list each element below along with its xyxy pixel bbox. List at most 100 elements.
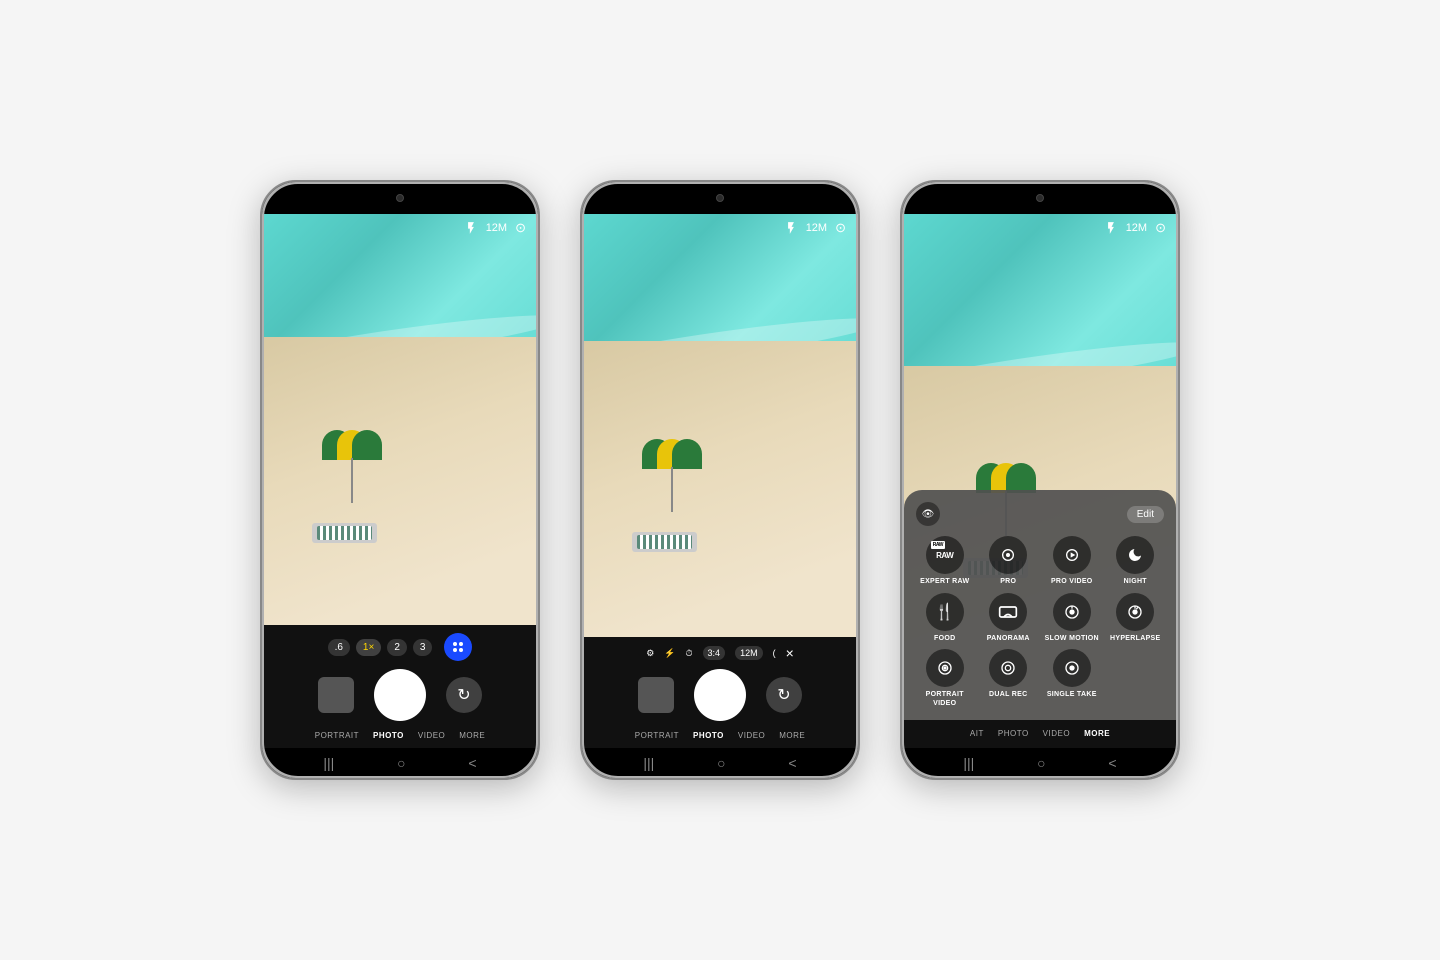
back-icon-3[interactable]: < <box>1108 755 1116 771</box>
menu-item-portrait-video[interactable]: PORTRAIT VIDEO <box>916 649 974 708</box>
more-modes-button[interactable] <box>444 633 472 661</box>
photo-mode-3[interactable]: PHOTO <box>998 729 1029 738</box>
menu-item-hyperlapse[interactable]: HYPERLAPSE <box>1107 593 1165 643</box>
beach-scene-2 <box>582 214 858 637</box>
menu-item-expert-raw[interactable]: RAW RAW EXPERT RAW <box>916 536 974 586</box>
gear-icon-2[interactable]: ⚙ <box>646 648 654 659</box>
viewfinder-2: 12M ⊙ <box>582 214 858 637</box>
volume-up-button-3 <box>900 302 901 332</box>
phone-1: 12M ⊙ .6 1× 2 3 ↻ PORTRAIT PHOTO VIDE <box>260 180 540 780</box>
video-mode-2[interactable]: VIDEO <box>738 731 765 740</box>
zoom-1x[interactable]: 1× <box>356 639 381 656</box>
settings-icon-2[interactable]: ⊙ <box>835 220 846 236</box>
flash-icon-1[interactable] <box>464 221 478 235</box>
pro-video-icon <box>1053 536 1091 574</box>
menu-item-pro[interactable]: PRO <box>980 536 1038 586</box>
portrait-video-icon <box>926 649 964 687</box>
edit-button[interactable]: Edit <box>1127 506 1164 523</box>
more-mode-1[interactable]: MORE <box>459 731 485 740</box>
home-icon-2[interactable]: ○ <box>717 755 725 771</box>
front-camera-2 <box>716 194 724 202</box>
flash-icon-3[interactable] <box>1104 221 1118 235</box>
single-take-icon <box>1053 649 1091 687</box>
phone-top-bar-2 <box>582 182 858 214</box>
power-button <box>539 322 540 372</box>
close-settings-button[interactable]: × <box>786 645 794 661</box>
photo-mode-2[interactable]: PHOTO <box>693 731 724 740</box>
shutter-button-2[interactable] <box>694 669 746 721</box>
portrait-mode-2[interactable]: PORTRAIT <box>635 731 679 740</box>
mode-bar-2: PORTRAIT PHOTO VIDEO MORE <box>582 727 858 744</box>
menu-item-slow-motion[interactable]: SLOW MOTION <box>1043 593 1101 643</box>
mode-bar-1: PORTRAIT PHOTO VIDEO MORE <box>262 727 538 744</box>
dual-rec-icon <box>989 649 1027 687</box>
umbrella-top-3 <box>976 463 1036 493</box>
menu-item-dual-rec[interactable]: DUAL REC <box>980 649 1038 708</box>
zoom-06[interactable]: .6 <box>328 639 350 656</box>
menu-item-food[interactable]: 🍴 FOOD <box>916 593 974 643</box>
video-mode-3[interactable]: VIDEO <box>1043 729 1070 738</box>
video-mode-1[interactable]: VIDEO <box>418 731 445 740</box>
menu-item-night[interactable]: NIGHT <box>1107 536 1165 586</box>
shutter-button-1[interactable] <box>374 669 426 721</box>
home-icon-1[interactable]: ○ <box>397 755 405 771</box>
more-mode-2[interactable]: MORE <box>779 731 805 740</box>
shutter-row-1: ↻ <box>262 669 538 721</box>
zoom-3[interactable]: 3 <box>413 639 433 656</box>
timer-icon[interactable]: ⏱ <box>686 648 693 659</box>
more-menu-header: 👁 Edit <box>916 502 1164 526</box>
umbrella-s3-2 <box>672 439 702 469</box>
home-icon-3[interactable]: ○ <box>1037 755 1045 771</box>
menu-item-pro-video[interactable]: PRO VIDEO <box>1043 536 1101 586</box>
more-mode-3[interactable]: MORE <box>1084 729 1110 738</box>
hyperlapse-icon <box>1116 593 1154 631</box>
cam-top-controls-3: 12M ⊙ <box>902 214 1178 242</box>
recent-apps-icon-1[interactable]: ||| <box>323 755 334 771</box>
zoom-2[interactable]: 2 <box>387 639 407 656</box>
phone-top-bar-3 <box>902 182 1178 214</box>
eye-icon-button[interactable]: 👁 <box>916 502 940 526</box>
photo-mode-1[interactable]: PHOTO <box>373 731 404 740</box>
back-icon-1[interactable]: < <box>468 755 476 771</box>
more-menu-grid: RAW RAW EXPERT RAW PRO <box>916 536 1164 708</box>
more-menu-panel: 👁 Edit RAW RAW EXPERT RAW <box>904 490 1176 720</box>
gallery-thumbnail-1[interactable] <box>318 677 354 713</box>
beach-umbrella-2 <box>637 439 707 519</box>
megapixels-2: 12M <box>806 222 827 234</box>
lounger-stripes <box>317 526 372 540</box>
flip-camera-button-2[interactable]: ↻ <box>766 677 802 713</box>
power-button-2 <box>859 322 860 372</box>
viewfinder-3: 12M ⊙ 👁 Edit RAW RAW EXPERT RAW <box>902 214 1178 720</box>
portrait-mode-1[interactable]: PORTRAIT <box>315 731 359 740</box>
more-menu-overlay: 👁 Edit RAW RAW EXPERT RAW <box>902 490 1178 720</box>
beach-scene-1 <box>262 214 538 625</box>
back-icon-2[interactable]: < <box>788 755 796 771</box>
portrait-video-label: PORTRAIT VIDEO <box>916 691 974 708</box>
flip-camera-button-1[interactable]: ↻ <box>446 677 482 713</box>
ait-mode-3[interactable]: AIT <box>970 729 984 738</box>
front-camera-3 <box>1036 194 1044 202</box>
settings-icon-1[interactable]: ⊙ <box>515 220 526 236</box>
night-label: NIGHT <box>1124 578 1147 586</box>
aspect-ratio-button[interactable]: 3:4 <box>703 646 726 660</box>
recent-apps-icon-2[interactable]: ||| <box>643 755 654 771</box>
pro-icon <box>989 536 1027 574</box>
settings-icon-3[interactable]: ⊙ <box>1155 220 1166 236</box>
lounger-stripes-2 <box>637 535 692 549</box>
megapixel-button[interactable]: 12M <box>735 646 763 660</box>
menu-item-single-take[interactable]: SINGLE TAKE <box>1043 649 1101 708</box>
gallery-thumbnail-2[interactable] <box>638 677 674 713</box>
nav-bar-3: ||| ○ < <box>902 748 1178 778</box>
settings-bar: ⚙ ⚡ ⏱ 3:4 12M ( × <box>582 645 858 661</box>
live-focus-icon[interactable]: ( <box>773 648 776 658</box>
night-icon <box>1116 536 1154 574</box>
recent-apps-icon-3[interactable]: ||| <box>963 755 974 771</box>
flash-icon-bar[interactable]: ⚡ <box>664 648 675 659</box>
volume-down-button-3 <box>900 347 901 377</box>
food-icon: 🍴 <box>926 593 964 631</box>
volume-up-button-2 <box>580 302 581 332</box>
flash-icon-2[interactable] <box>784 221 798 235</box>
pro-video-label: PRO VIDEO <box>1051 578 1093 586</box>
menu-item-panorama[interactable]: PANORAMA <box>980 593 1038 643</box>
power-button-3 <box>1179 322 1180 372</box>
